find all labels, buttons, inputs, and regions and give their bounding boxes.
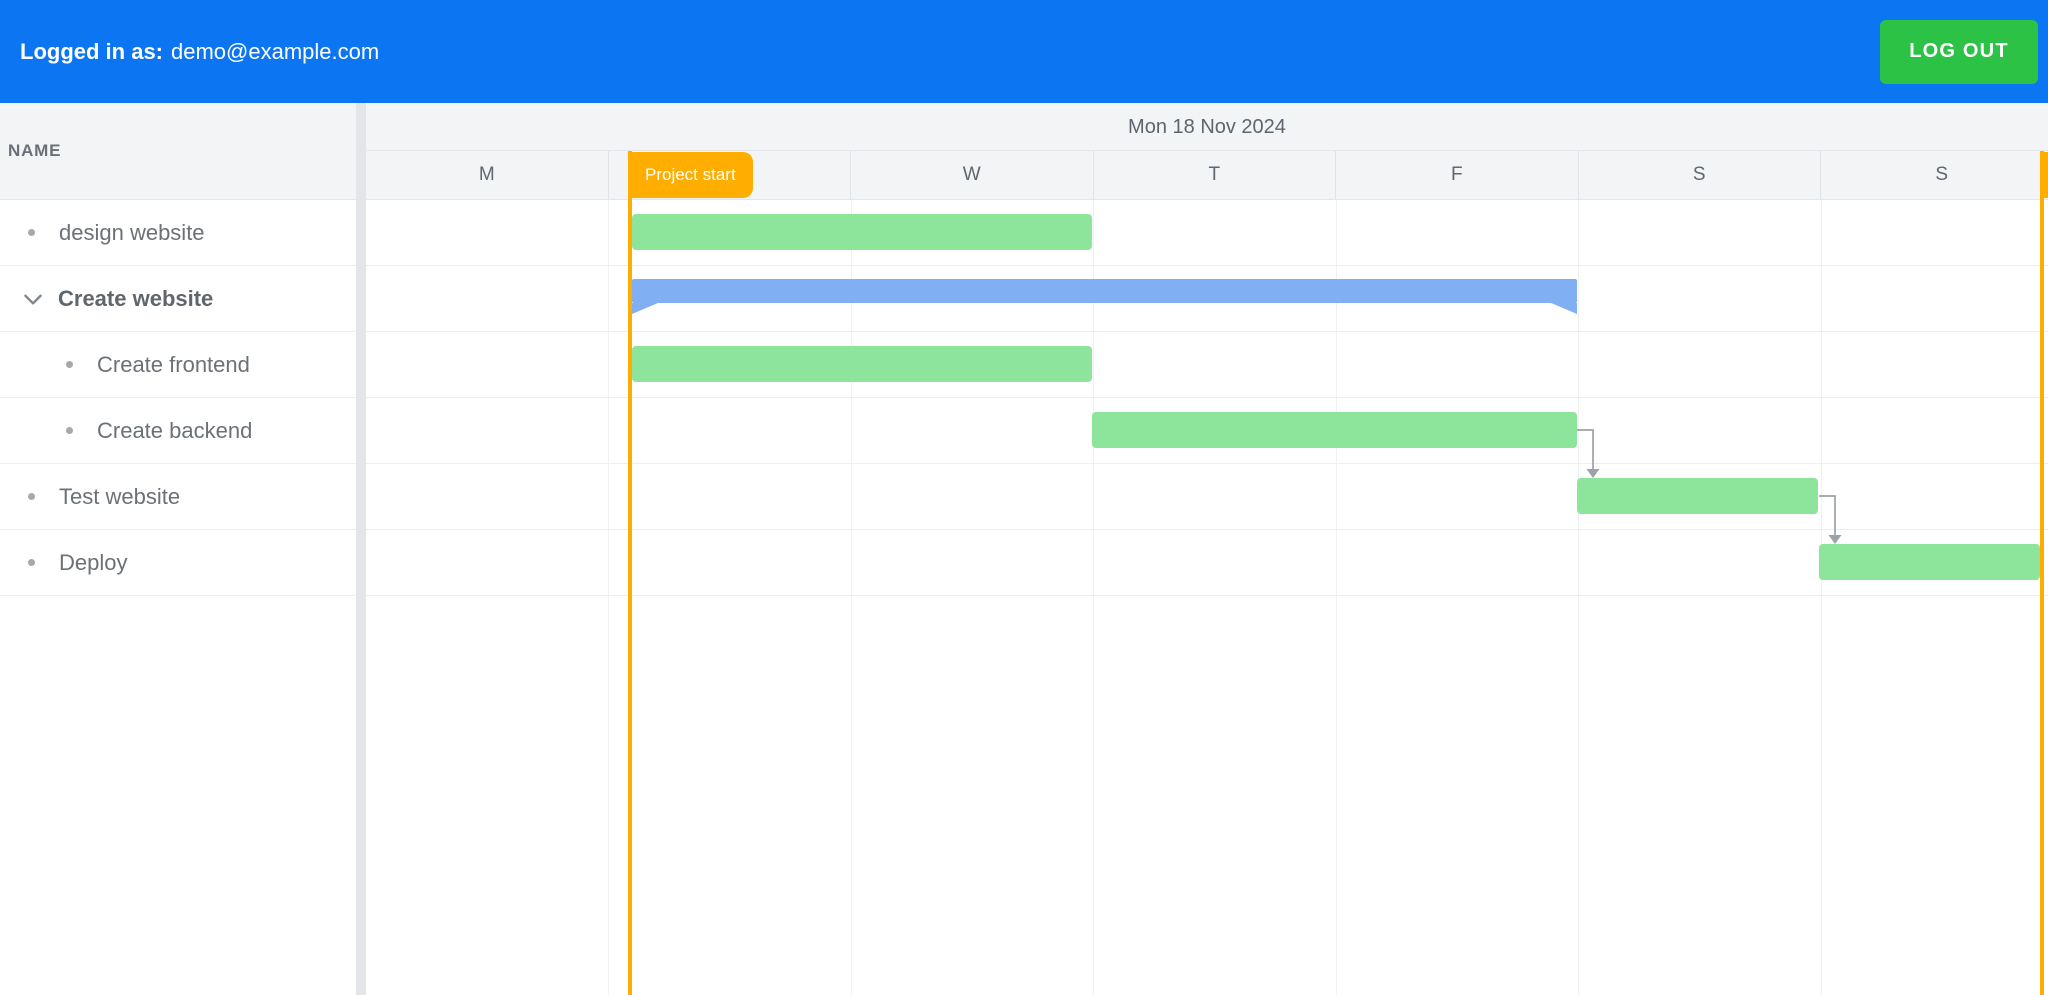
gantt-bar-design-website[interactable] (632, 214, 1092, 250)
task-label: Create backend (97, 418, 252, 444)
gridline-vertical (608, 200, 609, 995)
marker-badge-marker-2 (2040, 152, 2048, 198)
gridline-vertical (851, 200, 852, 995)
gridline-vertical (1578, 200, 1579, 995)
gantt-bar-deploy[interactable] (1819, 544, 2040, 580)
marker-badge-project-start: Project start (628, 152, 753, 198)
logged-in-label: Logged in as: (20, 39, 163, 64)
task-row-test-website[interactable]: Test website (0, 464, 356, 530)
logout-button[interactable]: LOG OUT (1880, 20, 2038, 84)
task-label: Create website (58, 286, 213, 312)
gridline-horizontal (366, 595, 2048, 596)
gantt-bar-create-website[interactable] (632, 279, 1577, 303)
gridline-horizontal (366, 331, 2048, 332)
gridline-vertical (1821, 200, 1822, 995)
gridline-horizontal (366, 265, 2048, 266)
bullet-icon (66, 361, 73, 368)
gantt-bar-create-frontend[interactable] (632, 346, 1092, 382)
panel-resize-splitter[interactable] (356, 103, 366, 995)
topbar: Logged in as: demo@example.com LOG OUT (0, 0, 2048, 103)
bullet-icon (28, 493, 35, 500)
marker-line-project-start (628, 151, 632, 995)
bullet-icon (66, 427, 73, 434)
day-cell: F (1336, 151, 1579, 199)
main-area: NAME design website Create website Create … (0, 103, 2048, 995)
gantt-chart: Mon 18 Nov 2024 MTWTFSS Project start (366, 103, 2048, 995)
task-label: Deploy (59, 550, 127, 576)
marker-line-marker-2 (2040, 151, 2044, 995)
task-label: design website (59, 220, 205, 246)
timeline-day-scale: MTWTFSS (366, 151, 2048, 200)
dependency-arrow-line (1577, 430, 1593, 470)
day-cell: S (1579, 151, 1822, 199)
name-column-header: NAME (0, 103, 356, 200)
task-grid-rows: design website Create website Create front… (0, 200, 356, 596)
task-row-deploy[interactable]: Deploy (0, 530, 356, 596)
task-label: Test website (59, 484, 180, 510)
dependency-arrow-head (1587, 469, 1600, 478)
bullet-icon (28, 229, 35, 236)
gridline-horizontal (366, 463, 2048, 464)
day-cell: M (366, 151, 609, 199)
dependency-arrow-head (1829, 535, 1842, 544)
task-label: Create frontend (97, 352, 250, 378)
day-cell: W (851, 151, 1094, 199)
gantt-bar-create-backend[interactable] (1092, 412, 1577, 448)
summary-tab-right (1551, 303, 1577, 314)
gridline-vertical (1336, 200, 1337, 995)
gantt-bar-test-website[interactable] (1577, 478, 1818, 514)
day-cell: S (1821, 151, 2048, 199)
gridline-horizontal (366, 397, 2048, 398)
bullet-icon (28, 559, 35, 566)
dependency-arrows-svg (366, 200, 2048, 995)
task-row-create-backend[interactable]: Create backend (0, 398, 356, 464)
login-info: Logged in as: demo@example.com (20, 39, 379, 65)
chevron-down-icon[interactable] (20, 286, 46, 312)
task-grid-panel: NAME design website Create website Create … (0, 103, 356, 995)
logged-in-email: demo@example.com (171, 39, 379, 64)
task-row-create-frontend[interactable]: Create frontend (0, 332, 356, 398)
gridline-vertical (1093, 200, 1094, 995)
summary-tab-left (632, 303, 658, 314)
day-cell: T (1094, 151, 1337, 199)
task-row-create-website[interactable]: Create website (0, 266, 356, 332)
timeline-week-label: Mon 18 Nov 2024 (366, 103, 2048, 151)
gridline-horizontal (366, 529, 2048, 530)
gantt-chart-body (366, 200, 2048, 995)
task-row-design-website[interactable]: design website (0, 200, 356, 266)
